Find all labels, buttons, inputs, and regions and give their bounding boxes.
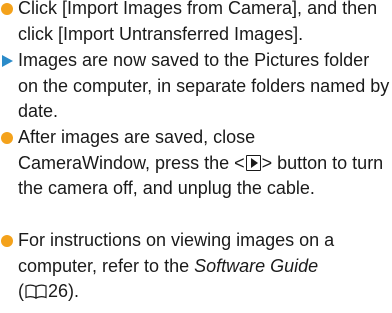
bullet-icon [1,132,13,144]
page-reference: 26 [48,281,69,301]
list-item-result: Images are now saved to the Pictures fol… [2,48,390,125]
item-text: After images are saved, close CameraWind… [18,125,390,202]
open-paren: ( [18,281,24,301]
software-guide-title: Software Guide [194,255,319,276]
item-text: For instructions on viewing images on a … [18,228,390,305]
list-item-software-guide: For instructions on viewing images on a … [1,228,390,305]
bullet-icon [1,3,13,15]
item-text-before: After images are saved, close CameraWind… [18,127,256,173]
item-text: Click [Import Images from Camera], and t… [18,0,378,44]
instruction-page: Click [Import Images from Camera], and t… [0,0,392,313]
list-item-disconnect: After images are saved, close CameraWind… [1,125,390,202]
item-text: Images are now saved to the Pictures fol… [18,50,390,121]
book-reference-icon [25,284,47,299]
bullet-icon [1,235,13,247]
playback-button-icon [245,154,261,171]
list-item-import: Click [Import Images from Camera], and t… [1,0,390,47]
arrow-icon [2,55,13,67]
close-paren: ). [68,281,80,301]
